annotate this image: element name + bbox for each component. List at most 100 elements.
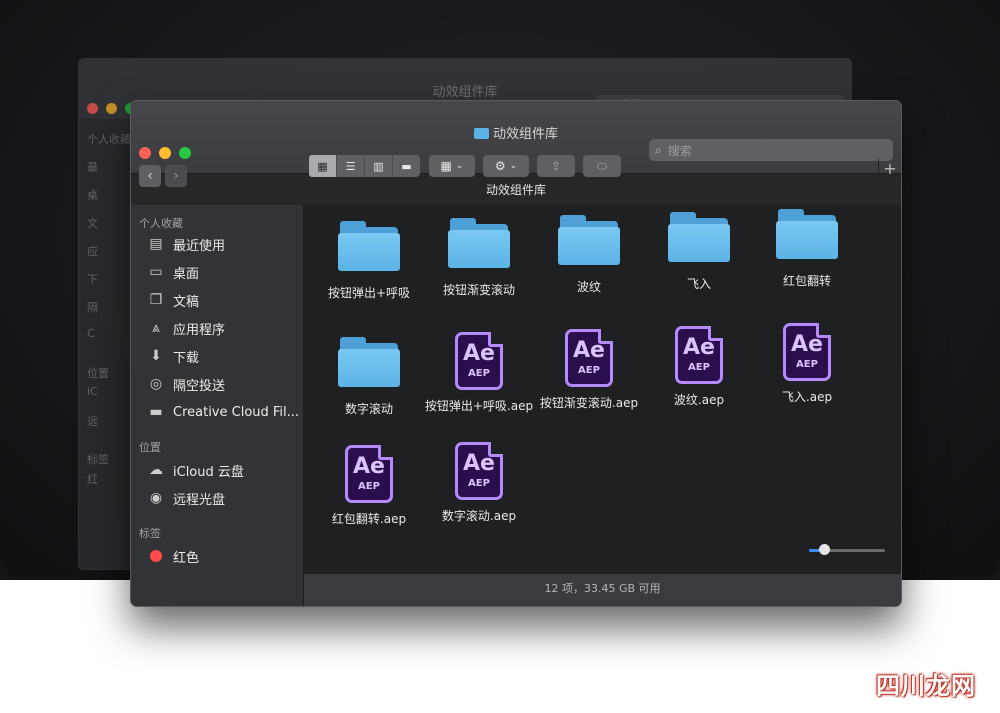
folder-item[interactable]: 红包翻转: [752, 207, 862, 290]
folder-icon: [338, 335, 400, 387]
folder-icon: [558, 213, 620, 265]
file-name: 按钮渐变滚动.aep: [539, 396, 639, 410]
aep-file-item[interactable]: Ae AEP 飞入.aep: [752, 323, 862, 406]
path-title: 动效组件库: [485, 183, 546, 197]
back-sidebar-item: 红: [87, 473, 98, 486]
folder-icon: [776, 207, 838, 259]
after-effects-icon: Ae AEP: [565, 329, 613, 387]
search-icon: ⌕: [655, 142, 662, 157]
file-name: 数字滚动: [344, 402, 393, 416]
downloads-icon: ⬇: [150, 348, 162, 364]
sidebar-item-tag-red[interactable]: 红色: [147, 545, 199, 567]
remote-disc-icon: ◉: [149, 490, 163, 506]
sidebar-item-creative-cloud[interactable]: ▬ Creative Cloud Fil...: [147, 401, 299, 423]
chevron-down-icon: ⌄: [509, 161, 518, 171]
aep-file-item[interactable]: Ae AEP 按钮渐变滚动.aep: [534, 329, 644, 412]
folder-item[interactable]: 波纹: [534, 213, 644, 296]
aep-label-text: AEP: [468, 368, 490, 379]
sidebar-item-desktop[interactable]: ▭ 桌面: [147, 261, 199, 283]
ae-logo-text: Ae: [791, 332, 823, 357]
search-field[interactable]: ⌕ 搜索: [649, 139, 893, 161]
aep-label-text: AEP: [688, 362, 710, 373]
file-name: 按钮弹出+呼吸.aep: [424, 399, 534, 413]
tags-header: 标签: [139, 527, 161, 540]
back-sidebar-item: 桌: [87, 189, 98, 202]
aep-file-item[interactable]: Ae AEP 数字滚动.aep: [424, 442, 534, 525]
aep-label-text: AEP: [358, 481, 380, 492]
ae-logo-text: Ae: [463, 341, 495, 366]
back-sidebar-item: 远: [87, 415, 98, 428]
folder-item[interactable]: 按钮渐变滚动: [424, 216, 534, 299]
column-view-icon[interactable]: ▥: [365, 155, 393, 177]
aep-file-item[interactable]: Ae AEP 按钮弹出+呼吸.aep: [424, 332, 534, 415]
file-name: 数字滚动.aep: [441, 509, 517, 523]
file-name: 飞入: [686, 277, 711, 291]
after-effects-icon: Ae AEP: [345, 445, 393, 503]
zoom-button[interactable]: [179, 147, 191, 159]
sidebar-item-applications[interactable]: ⩓ 应用程序: [147, 317, 225, 339]
after-effects-icon: Ae AEP: [455, 442, 503, 500]
back-sidebar-item: 文: [87, 217, 98, 230]
icon-size-slider[interactable]: [809, 544, 885, 555]
file-name: 按钮弹出+呼吸: [327, 286, 411, 300]
tags-button[interactable]: ⬭: [583, 155, 621, 177]
file-grid: 按钮弹出+呼吸 按钮渐变滚动 波纹 飞入 红包翻转数字滚动 Ae AEP 按钮弹出+呼吸.ae…: [304, 205, 901, 574]
aep-label-text: AEP: [796, 359, 818, 370]
file-name: 波纹.aep: [673, 393, 725, 407]
add-tab-button[interactable]: +: [878, 159, 901, 179]
back-minimize-button: [106, 103, 117, 114]
back-sidebar-item: 隔: [87, 301, 98, 314]
folder-item[interactable]: 按钮弹出+呼吸: [314, 219, 424, 302]
sidebar-item-downloads[interactable]: ⬇ 下载: [147, 345, 199, 367]
file-name: 波纹: [576, 280, 601, 294]
aep-label-text: AEP: [468, 478, 490, 489]
desktop-icon: ▭: [149, 264, 163, 280]
watermark: 四川龙网: [876, 672, 976, 700]
recents-icon: ▤: [149, 236, 163, 252]
after-effects-icon: Ae AEP: [455, 332, 503, 390]
back-close-button: [87, 103, 98, 114]
back-sidebar-item: 个人收藏: [87, 133, 131, 146]
icloud-icon: ☁: [149, 462, 163, 478]
aep-file-item[interactable]: Ae AEP 波纹.aep: [644, 326, 754, 409]
airdrop-icon: ◎: [149, 376, 163, 392]
back-sidebar-item: 最: [87, 161, 98, 174]
view-switcher: ▦ ☰ ▥ ▬: [309, 155, 420, 177]
aep-file-item[interactable]: Ae AEP 红包翻转.aep: [314, 445, 424, 528]
folder-icon: [668, 210, 730, 262]
file-name: 按钮渐变滚动: [442, 283, 515, 297]
back-sidebar-item: 标签: [87, 453, 109, 466]
ae-logo-text: Ae: [573, 338, 605, 363]
status-bar: 12 项，33.45 GB 可用: [304, 573, 901, 606]
ae-logo-text: Ae: [463, 451, 495, 476]
share-button[interactable]: ⇪: [537, 155, 575, 177]
group-by-button[interactable]: ▦ ⌄: [429, 155, 475, 177]
folder-item[interactable]: 数字滚动: [314, 335, 424, 418]
file-name: 红包翻转.aep: [331, 512, 407, 526]
file-name: 飞入.aep: [781, 390, 833, 404]
chevron-down-icon: ⌄: [455, 161, 464, 171]
locations-header: 位置: [139, 441, 161, 454]
sidebar-item-documents[interactable]: ❐ 文稿: [147, 289, 199, 311]
close-button[interactable]: [139, 147, 151, 159]
sidebar-item-recents[interactable]: ▤ 最近使用: [147, 233, 225, 255]
back-sidebar-item: iC: [87, 385, 98, 398]
action-button[interactable]: ⚙ ⌄: [483, 155, 529, 177]
sidebar-item-airdrop[interactable]: ◎ 隔空投送: [147, 373, 225, 395]
folder-item[interactable]: 飞入: [644, 210, 754, 293]
documents-icon: ❐: [149, 292, 163, 308]
after-effects-icon: Ae AEP: [783, 323, 831, 381]
ae-logo-text: Ae: [353, 454, 385, 479]
grid-icon: ▦: [440, 159, 452, 173]
aep-label-text: AEP: [578, 365, 600, 376]
gallery-view-icon[interactable]: ▬: [393, 155, 420, 177]
share-icon: ⇪: [550, 159, 562, 173]
icon-view-icon[interactable]: ▦: [309, 155, 337, 177]
minimize-button[interactable]: [159, 147, 171, 159]
list-view-icon[interactable]: ☰: [337, 155, 365, 177]
status-text: 12 项，33.45 GB 可用: [544, 582, 661, 595]
sidebar-item-icloud[interactable]: ☁ iCloud 云盘: [147, 459, 244, 481]
after-effects-icon: Ae AEP: [675, 326, 723, 384]
sidebar-item-remote-disc[interactable]: ◉ 远程光盘: [147, 487, 225, 509]
finder-window: 动效组件库 ‹ › ▦ ☰ ▥ ▬ ▦ ⌄ ⚙ ⌄ ⇪ ⬭ ⌕ 搜索 + 动效组件库…: [130, 100, 902, 607]
